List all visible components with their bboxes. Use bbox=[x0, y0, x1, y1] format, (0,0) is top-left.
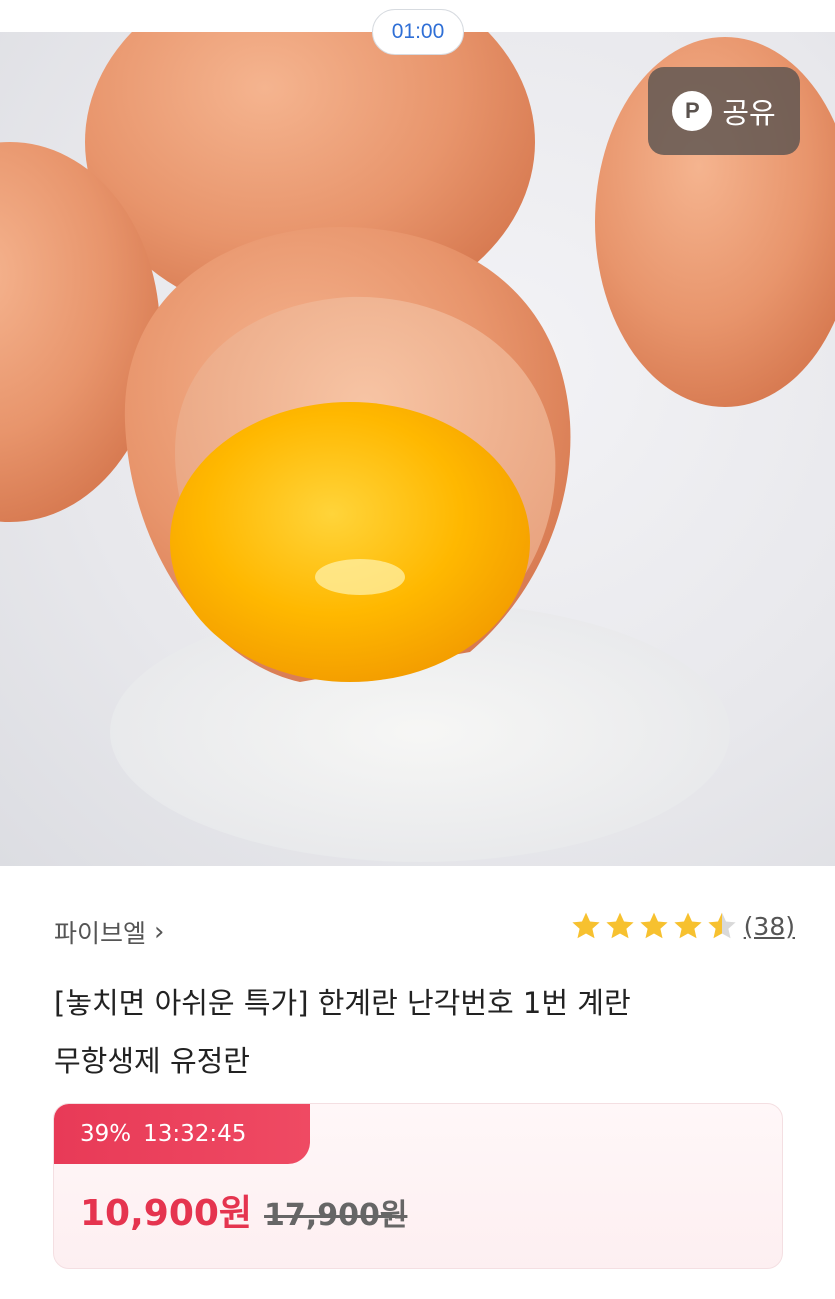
egg-yolk bbox=[170, 402, 530, 682]
chevron-right-icon: › bbox=[154, 917, 165, 947]
seller-name: 파이브엘 bbox=[54, 919, 147, 948]
product-title: [놓치면 아쉬운 특가] 한계란 난각번호 1번 계란 무항생제 유정란 bbox=[54, 974, 774, 1090]
review-count-link[interactable]: (38) bbox=[744, 912, 795, 941]
star-icon bbox=[640, 912, 668, 939]
product-info: 파이브엘 › (38) [놓치면 아쉬운 특가] 한계란 난각번호 1번 계란 … bbox=[0, 866, 835, 1299]
price-row: 10,900원 17,900원 bbox=[80, 1184, 407, 1236]
egg-photo bbox=[0, 32, 835, 862]
star-icon bbox=[674, 912, 702, 939]
discount-rate: 39% bbox=[80, 1121, 132, 1147]
product-image[interactable] bbox=[0, 32, 835, 866]
deal-box: 39% 13:32:45 10,900원 17,900원 bbox=[53, 1103, 783, 1269]
star-rating bbox=[570, 910, 738, 942]
half-star-icon bbox=[708, 912, 736, 939]
product-title-line: [놓치면 아쉬운 특가] 한계란 난각번호 1번 계란 bbox=[54, 986, 631, 1020]
original-price: 17,900원 bbox=[264, 1198, 408, 1233]
point-icon: P bbox=[672, 91, 713, 131]
share-button[interactable]: P 공유 bbox=[648, 67, 800, 155]
timer-text: 01:00 bbox=[391, 20, 445, 43]
countdown-timer: 13:32:45 bbox=[143, 1121, 247, 1147]
share-label: 공유 bbox=[722, 96, 776, 130]
star-icon bbox=[572, 912, 600, 939]
star-icon bbox=[606, 912, 634, 939]
seller-link[interactable]: 파이브엘 › bbox=[54, 914, 164, 950]
sale-price: 10,900원 bbox=[80, 1193, 253, 1234]
rating: (38) bbox=[570, 910, 795, 942]
product-title-line: 무항생제 유정란 bbox=[54, 1044, 250, 1078]
deal-badge: 39% 13:32:45 bbox=[54, 1104, 310, 1164]
timer-pill: 01:00 bbox=[372, 9, 464, 55]
